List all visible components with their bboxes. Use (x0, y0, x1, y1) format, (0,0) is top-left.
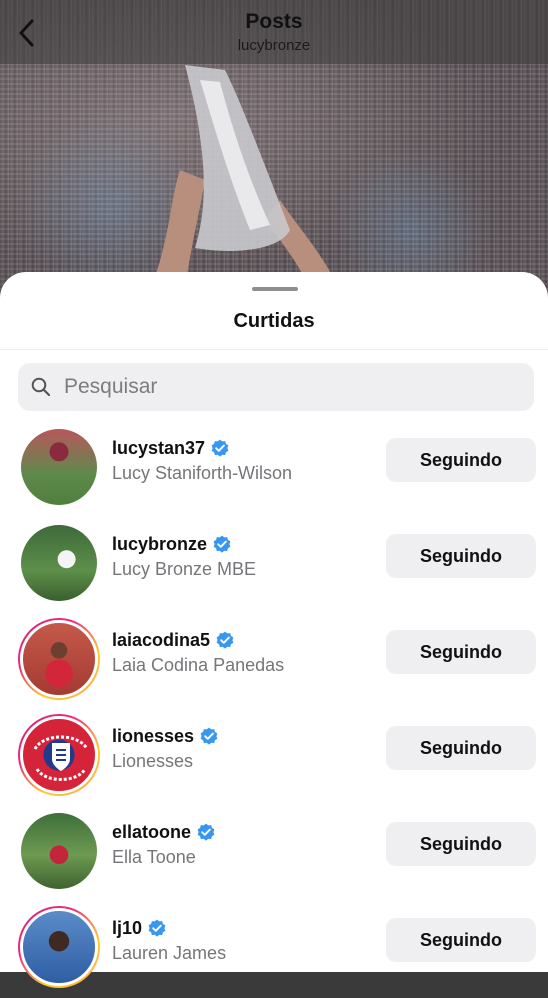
username[interactable]: lionesses (112, 726, 194, 747)
list-item[interactable]: lj10 Lauren James Seguindo (0, 902, 548, 998)
following-button[interactable]: Seguindo (386, 726, 536, 770)
avatar-image (21, 525, 97, 601)
avatar-image (21, 813, 97, 889)
full-name: Laia Codina Panedas (112, 655, 285, 675)
user-names: lionesses Lionesses (112, 724, 372, 772)
search-bar[interactable] (18, 363, 534, 411)
following-button[interactable]: Seguindo (386, 822, 536, 866)
avatar[interactable] (18, 426, 100, 508)
avatar-story-ring[interactable] (18, 714, 100, 796)
username[interactable]: lj10 (112, 918, 142, 939)
verified-badge-icon (197, 823, 215, 841)
user-names: ellatoone Ella Toone (112, 820, 372, 868)
sheet-grabber[interactable] (252, 287, 298, 291)
page-subtitle: lucybronze (237, 37, 311, 54)
user-names: lucybronze Lucy Bronze MBE (112, 532, 372, 580)
user-names: lucystan37 Lucy Staniforth-Wilson (112, 436, 372, 484)
user-names: laiacodina5 Laia Codina Panedas (112, 628, 372, 676)
list-item[interactable]: laiacodina5 Laia Codina Panedas Seguindo (0, 614, 548, 710)
trophy-image (150, 65, 340, 290)
divider (0, 349, 548, 350)
list-item[interactable]: ellatoone Ella Toone Seguindo (0, 806, 548, 902)
avatar-image (20, 620, 98, 698)
full-name: Lucy Staniforth-Wilson (112, 463, 293, 483)
sheet-title: Curtidas (233, 310, 315, 332)
verified-badge-icon (213, 535, 231, 553)
search-icon (30, 376, 52, 398)
top-bar: Posts lucybronze (0, 0, 548, 64)
username[interactable]: lucybronze (112, 534, 207, 555)
username[interactable]: laiacodina5 (112, 630, 210, 651)
verified-badge-icon (200, 727, 218, 745)
likes-sheet: Curtidas lucystan37 (0, 272, 548, 988)
avatar-story-ring[interactable] (18, 618, 100, 700)
full-name: Lucy Bronze MBE (112, 559, 257, 579)
avatar-image (20, 716, 98, 794)
full-name: Lauren James (112, 943, 227, 963)
avatar-image (21, 429, 97, 505)
username[interactable]: lucystan37 (112, 438, 205, 459)
following-button[interactable]: Seguindo (386, 438, 536, 482)
following-button[interactable]: Seguindo (386, 918, 536, 962)
list-item[interactable]: lucybronze Lucy Bronze MBE Seguindo (0, 518, 548, 614)
following-button[interactable]: Seguindo (386, 630, 536, 674)
username[interactable]: ellatoone (112, 822, 191, 843)
verified-badge-icon (211, 439, 229, 457)
avatar[interactable] (18, 810, 100, 892)
user-names: lj10 Lauren James (112, 916, 372, 964)
avatar-image (20, 908, 98, 986)
search-input[interactable] (62, 374, 506, 400)
page-title: Posts (245, 10, 303, 33)
likes-list: lucystan37 Lucy Staniforth-Wilson Seguin… (0, 422, 548, 998)
list-item[interactable]: lucystan37 Lucy Staniforth-Wilson Seguin… (0, 422, 548, 518)
full-name: Lionesses (112, 751, 194, 771)
list-item[interactable]: lionesses Lionesses Seguindo (0, 710, 548, 806)
verified-badge-icon (148, 919, 166, 937)
verified-badge-icon (216, 631, 234, 649)
full-name: Ella Toone (112, 847, 196, 867)
lionesses-crest-icon (33, 735, 89, 781)
avatar[interactable] (18, 522, 100, 604)
following-button[interactable]: Seguindo (386, 534, 536, 578)
avatar-story-ring[interactable] (18, 906, 100, 988)
